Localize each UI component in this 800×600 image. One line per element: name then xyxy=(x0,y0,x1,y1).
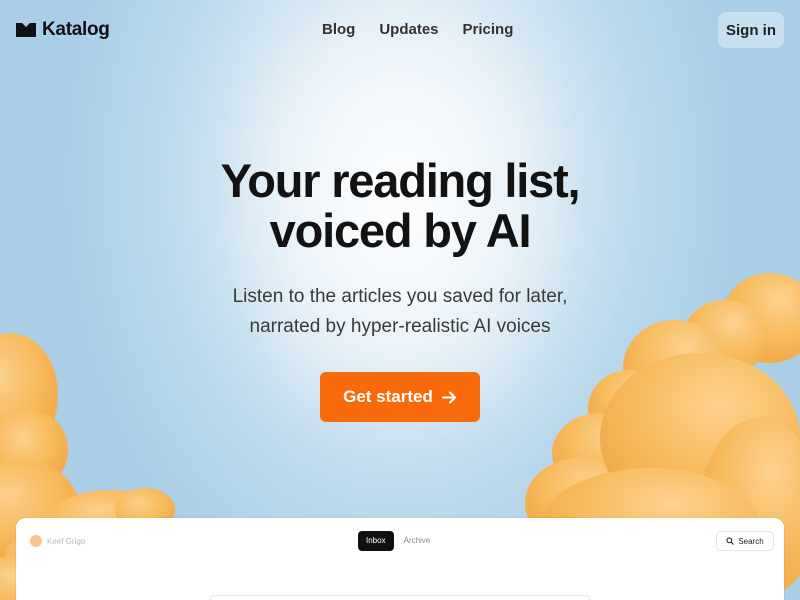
search-icon xyxy=(726,537,735,545)
hero-title: Your reading list, voiced by AI xyxy=(0,156,800,256)
hero-title-line-2: voiced by AI xyxy=(269,204,532,257)
nav-link-updates[interactable]: Updates xyxy=(379,21,438,38)
hero-subtitle: Listen to the articles you saved for lat… xyxy=(0,282,800,342)
sign-in-button[interactable]: Sign in xyxy=(718,12,784,48)
preview-search-label: Search xyxy=(738,536,764,546)
brand-logo[interactable]: Katalog xyxy=(16,19,110,41)
hero-subtitle-line-2: narrated by hyper-realistic AI voices xyxy=(249,316,551,337)
katalog-logo-icon xyxy=(16,23,36,37)
nav-link-pricing[interactable]: Pricing xyxy=(463,21,514,38)
site-header: Katalog Blog Updates Pricing Sign in xyxy=(0,0,800,60)
get-started-label: Get started xyxy=(343,387,433,406)
preview-search-button[interactable]: Search xyxy=(716,531,774,551)
preview-user-name: Keef Grigo xyxy=(47,536,86,546)
brand-name: Katalog xyxy=(42,19,110,40)
main-nav: Blog Updates Pricing xyxy=(322,21,513,38)
preview-tabs: Inbox Archive xyxy=(358,531,438,551)
get-started-button[interactable]: Get started xyxy=(320,372,480,422)
arrow-right-icon xyxy=(441,391,456,403)
preview-input-field[interactable] xyxy=(210,595,590,600)
nav-link-blog[interactable]: Blog xyxy=(322,21,355,38)
tab-inbox[interactable]: Inbox xyxy=(358,531,394,551)
avatar xyxy=(30,535,42,547)
hero-subtitle-line-1: Listen to the articles you saved for lat… xyxy=(232,286,568,307)
preview-user: Keef Grigo xyxy=(30,535,85,547)
app-preview: Keef Grigo Inbox Archive Search xyxy=(16,518,784,600)
hero-title-line-1: Your reading list, xyxy=(220,154,581,207)
tab-archive[interactable]: Archive xyxy=(396,531,439,551)
